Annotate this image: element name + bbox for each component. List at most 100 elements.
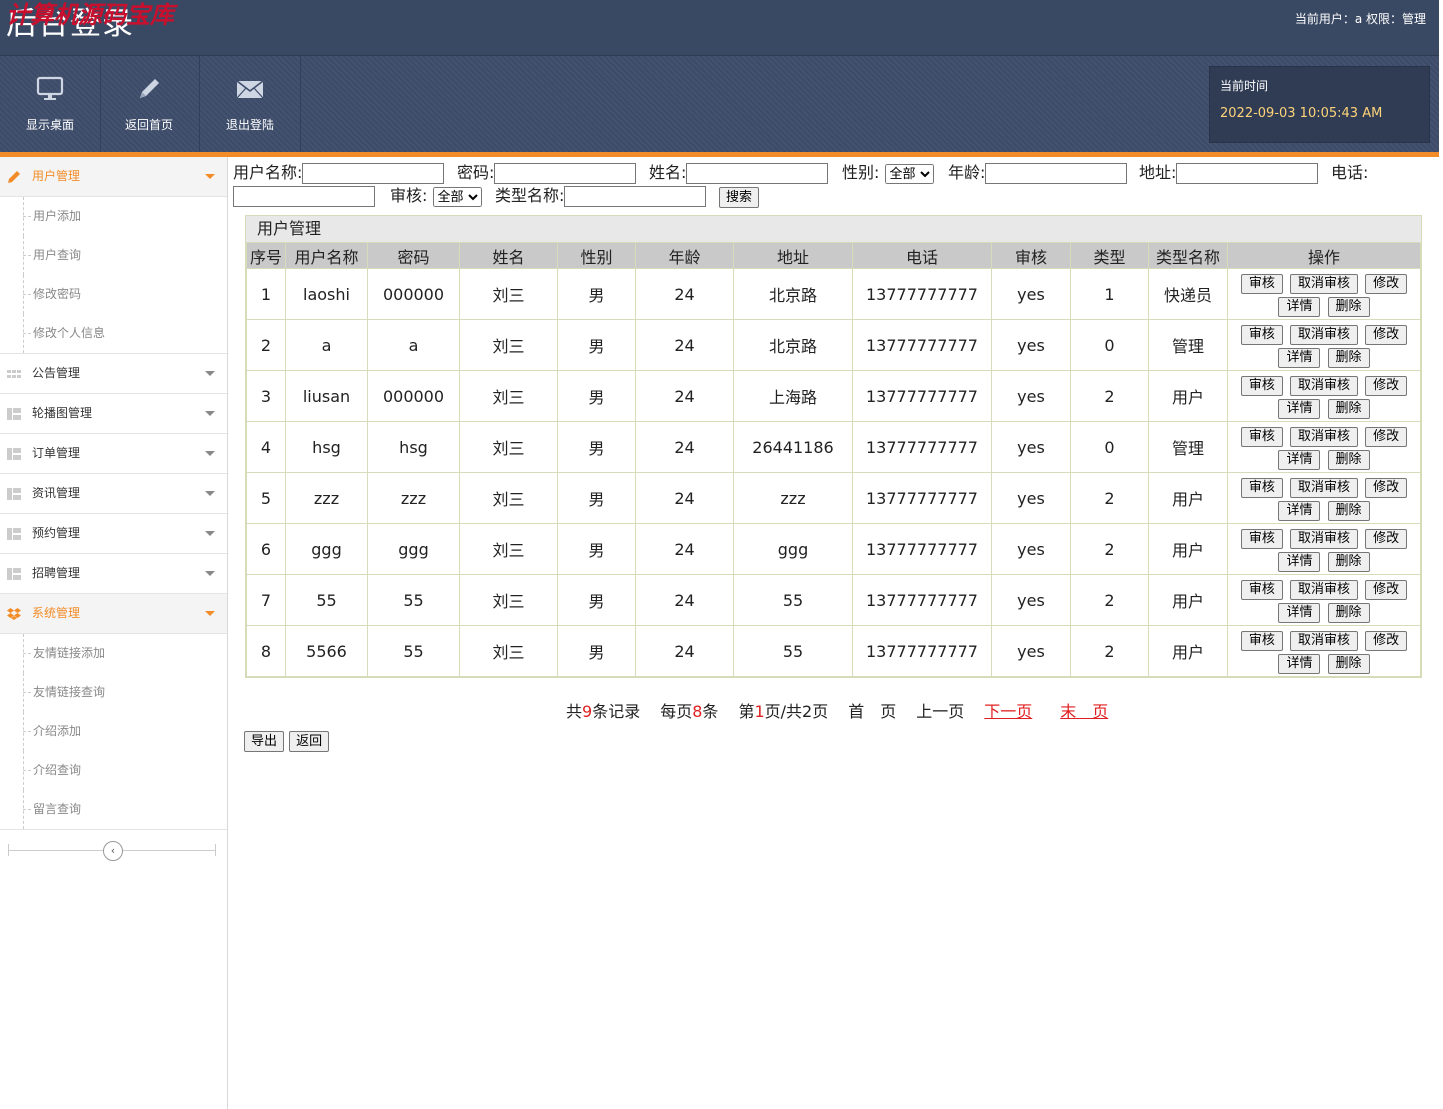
layout-icon [7,568,21,580]
edit-button[interactable]: 修改 [1365,580,1408,600]
name-input[interactable] [686,163,829,184]
sidebar-group-system-management[interactable]: 系统管理 [0,594,227,634]
sidebar-item-intro-add[interactable]: 介绍添加 [0,712,227,751]
edit-button[interactable]: 修改 [1365,325,1408,345]
delete-button[interactable]: 删除 [1327,450,1370,470]
search-button[interactable]: 搜索 [719,187,760,208]
cancel-audit-button[interactable]: 取消审核 [1289,580,1358,600]
logout-button[interactable]: 退出登陆 [200,56,301,152]
column-header: 年龄 [635,242,734,269]
sidebar-group-order-management[interactable]: 订单管理 [0,434,227,474]
sidebar-item-link-query[interactable]: 友情链接查询 [0,673,227,712]
sidebar-group-notice-management[interactable]: 公告管理 [0,354,227,394]
delete-button[interactable]: 删除 [1327,552,1370,572]
audit-button[interactable]: 审核 [1240,580,1283,600]
cell-gender: 男 [557,421,636,473]
delete-button[interactable]: 删除 [1327,501,1370,521]
cell-audit: yes [991,472,1071,524]
cancel-audit-button[interactable]: 取消审核 [1289,631,1358,651]
address-input[interactable] [1176,163,1319,184]
cell-type-name: 管理 [1148,319,1228,371]
return-home-button[interactable]: 返回首页 [99,56,200,152]
show-desktop-button[interactable]: 显示桌面 [0,56,101,152]
table-row: 3 liusan 000000 刘三男 24 上海路 13777777777 yes 2 用户 审核… [246,370,1421,422]
sidebar-group-user-management[interactable]: 用户管理 [0,157,227,197]
audit-button[interactable]: 审核 [1240,325,1283,345]
phone-label: 电话: [1331,163,1369,182]
export-button[interactable]: 导出 [244,731,285,752]
cell-phone: 13777777777 [852,574,992,626]
pager-next-link[interactable]: 下一页 [984,702,1032,721]
username-input[interactable] [302,163,445,184]
sidebar-item-edit-profile[interactable]: 修改个人信息 [0,314,227,353]
sidebar-group-recruitment-management[interactable]: 招聘管理 [0,554,227,594]
detail-button[interactable]: 详情 [1278,450,1321,470]
delete-button[interactable]: 删除 [1327,654,1370,674]
back-button[interactable]: 返回 [289,731,330,752]
cell-audit: yes [991,574,1071,626]
audit-button[interactable]: 审核 [1240,274,1283,294]
delete-button[interactable]: 删除 [1327,603,1370,623]
detail-button[interactable]: 详情 [1278,348,1321,368]
password-input[interactable] [494,163,637,184]
audit-button[interactable]: 审核 [1240,529,1283,549]
dropbox-icon [7,608,21,620]
cell-actions: 审核 取消审核 修改 详情 删除 [1227,472,1421,524]
cancel-audit-button[interactable]: 取消审核 [1289,478,1358,498]
sidebar-group-appointment-management[interactable]: 预约管理 [0,514,227,554]
edit-button[interactable]: 修改 [1365,529,1408,549]
audit-button[interactable]: 审核 [1240,478,1283,498]
cell-address: 上海路 [733,370,853,422]
detail-button[interactable]: 详情 [1278,297,1321,317]
cell-type: 1 [1070,268,1149,320]
sidebar-item-user-add[interactable]: 用户添加 [0,197,227,236]
audit-button[interactable]: 审核 [1240,631,1283,651]
edit-button[interactable]: 修改 [1365,631,1408,651]
edit-button[interactable]: 修改 [1365,274,1408,294]
type-name-input[interactable] [564,186,707,207]
edit-button[interactable]: 修改 [1365,427,1408,447]
age-input[interactable] [985,163,1128,184]
cancel-audit-button[interactable]: 取消审核 [1289,529,1358,549]
cell-name: 刘三 [459,523,558,575]
cell-type-name: 管理 [1148,421,1228,473]
cancel-audit-button[interactable]: 取消审核 [1289,376,1358,396]
audit-select[interactable]: 全部 [432,186,482,207]
sidebar-item-intro-query[interactable]: 介绍查询 [0,751,227,790]
pager-last-link[interactable]: 末 页 [1060,702,1108,721]
detail-button[interactable]: 详情 [1278,399,1321,419]
cell-password: hsg [367,421,460,473]
audit-button[interactable]: 审核 [1240,376,1283,396]
sidebar-group-news-management[interactable]: 资讯管理 [0,474,227,514]
cancel-audit-button[interactable]: 取消审核 [1289,325,1358,345]
audit-label: 审核: [390,186,428,205]
pager-first: 首 页 [848,702,897,721]
sidebar-item-user-query[interactable]: 用户查询 [0,236,227,275]
delete-button[interactable]: 删除 [1327,297,1370,317]
sidebar-item-link-add[interactable]: 友情链接添加 [0,634,227,673]
cancel-audit-button[interactable]: 取消审核 [1289,274,1358,294]
edit-button[interactable]: 修改 [1365,478,1408,498]
detail-button[interactable]: 详情 [1278,501,1321,521]
sidebar-item-change-password[interactable]: 修改密码 [0,275,227,314]
sidebar-group-carousel-management[interactable]: 轮播图管理 [0,394,227,434]
cell-password: 000000 [367,370,460,422]
delete-button[interactable]: 删除 [1327,348,1370,368]
detail-button[interactable]: 详情 [1278,654,1321,674]
chevron-left-icon[interactable]: ‹ [103,841,123,861]
bottom-actions: 导出 返回 [244,730,330,752]
sidebar-item-message-query[interactable]: 留言查询 [0,790,227,829]
cancel-audit-button[interactable]: 取消审核 [1289,427,1358,447]
phone-input[interactable] [233,186,375,207]
caret-down-icon [205,531,215,536]
delete-button[interactable]: 删除 [1327,399,1370,419]
table-row: 2 a a 刘三男 24 北京路 13777777777 yes 0 管理 审核 取消审核 修改 详… [246,319,1421,371]
detail-button[interactable]: 详情 [1278,603,1321,623]
detail-button[interactable]: 详情 [1278,552,1321,572]
edit-button[interactable]: 修改 [1365,376,1408,396]
gender-select[interactable]: 全部 [884,163,934,184]
sidebar-group-label: 轮播图管理 [32,406,93,420]
cell-phone: 13777777777 [852,625,992,677]
audit-button[interactable]: 审核 [1240,427,1283,447]
table-row: 4 hsg hsg 刘三男 24 26441186 13777777777 yes 0 管理 审核 … [246,421,1421,473]
